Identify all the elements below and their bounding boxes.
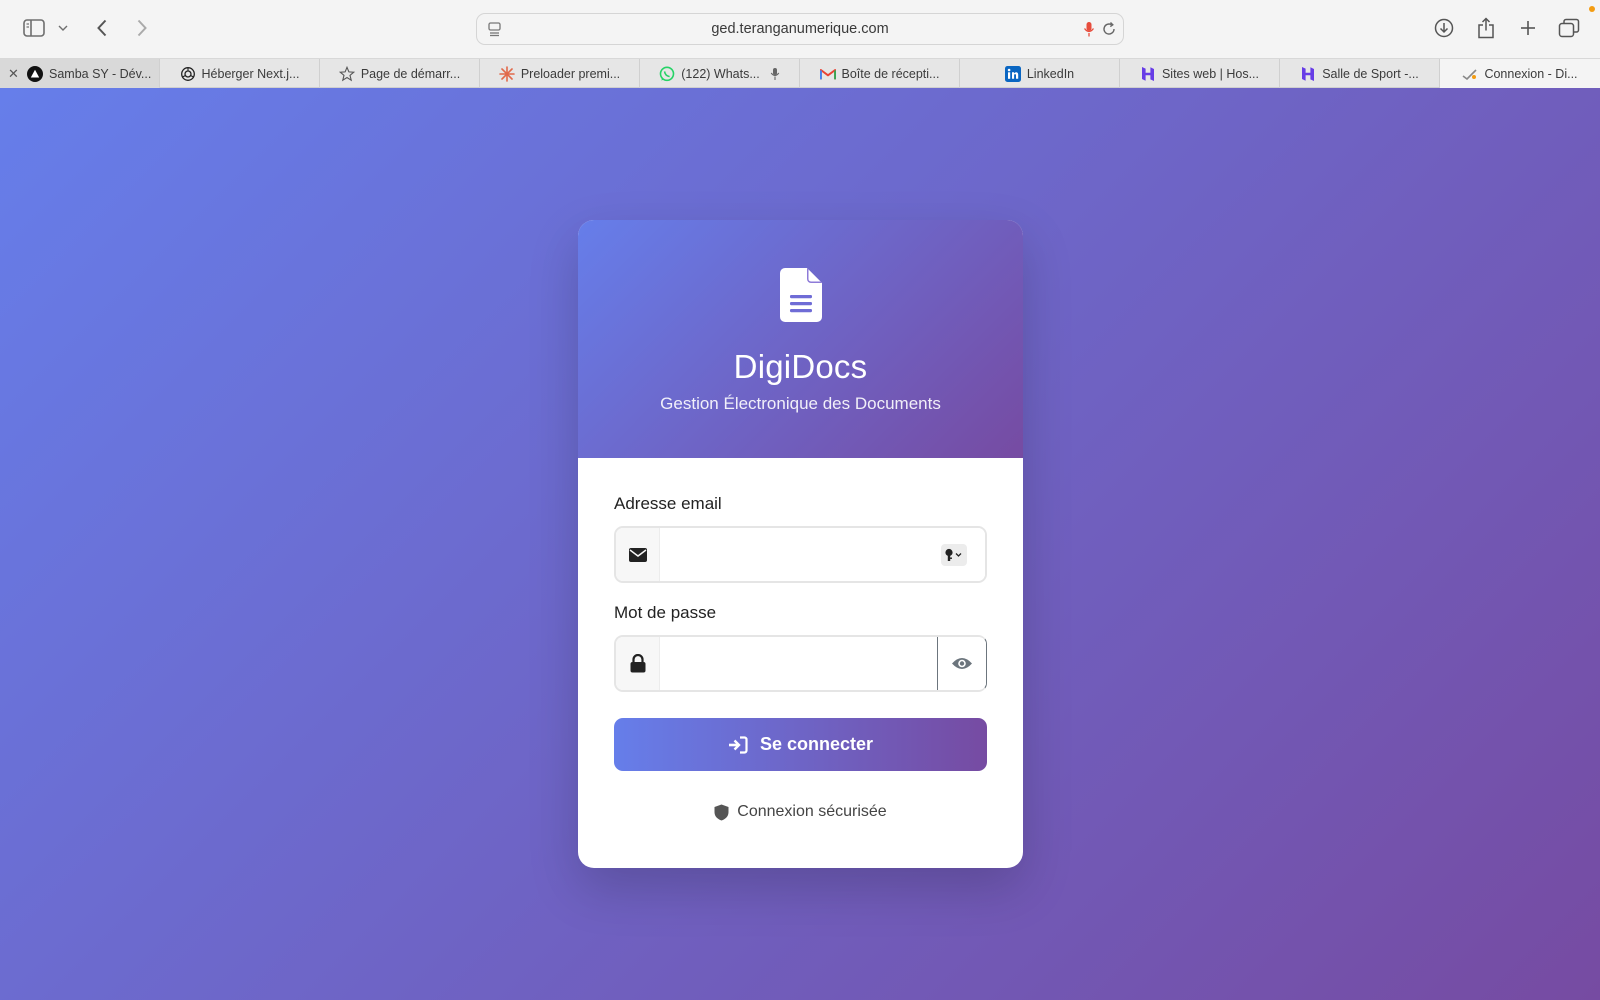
tab-gmail[interactable]: Boîte de récepti... — [800, 59, 960, 88]
sidebar-toggle-button[interactable] — [20, 16, 48, 40]
tab-samba[interactable]: ✕ Samba SY - Dév... — [0, 59, 160, 88]
login-submit-label: Se connecter — [759, 734, 874, 754]
login-card-header: DigiDocs Gestion Électronique des Docume… — [578, 220, 1023, 458]
login-card: DigiDocs Gestion Électronique des Docume… — [578, 220, 1023, 868]
tab-heberger[interactable]: Héberger Next.j... — [160, 59, 320, 88]
tab-label: Sites web | Hos... — [1161, 66, 1260, 81]
hostinger-icon — [1300, 66, 1316, 82]
gmail-icon — [819, 66, 836, 82]
page-settings-icon[interactable] — [487, 21, 503, 42]
star-icon — [338, 65, 355, 82]
tab-label: Connexion - Di... — [1484, 66, 1578, 81]
forward-button[interactable] — [130, 16, 154, 40]
page-background: DigiDocs Gestion Électronique des Docume… — [0, 88, 1600, 1000]
password-manager-key-icon[interactable] — [941, 544, 967, 566]
login-form: Adresse email Mot de passe Se connecter … — [578, 458, 1023, 821]
notification-dot — [1589, 6, 1595, 12]
tab-label: LinkedIn — [1026, 66, 1075, 81]
share-button[interactable] — [1474, 15, 1498, 41]
sidebar-icon — [23, 19, 45, 37]
tab-label: Page de démarr... — [360, 66, 461, 81]
digidocs-icon — [1462, 66, 1478, 82]
shield-icon — [714, 804, 729, 820]
secure-connection-label: Connexion sécurisée — [737, 803, 887, 820]
spark-icon — [499, 65, 515, 82]
tab-connexion-digidocs[interactable]: Connexion - Di... — [1440, 59, 1600, 88]
tab-label: Preloader premi... — [520, 66, 621, 81]
password-label: Mot de passe — [614, 603, 717, 622]
email-field[interactable] — [660, 528, 985, 581]
document-icon — [779, 268, 822, 322]
password-input-group — [614, 635, 987, 692]
tab-label: (122) Whats... — [681, 66, 760, 81]
download-icon — [1434, 18, 1454, 38]
triangle-logo-icon — [27, 65, 43, 82]
share-icon — [1478, 17, 1494, 39]
hostinger-icon — [1140, 66, 1156, 82]
chevron-down-icon — [58, 25, 68, 31]
tab-hostinger-sport[interactable]: Salle de Sport -... — [1280, 59, 1440, 88]
tab-label: Salle de Sport -... — [1322, 66, 1419, 81]
brand-title: DigiDocs — [733, 348, 868, 385]
email-input-group — [614, 526, 987, 583]
tab-label: Boîte de récepti... — [841, 66, 940, 81]
lock-icon — [616, 637, 660, 690]
tab-label: Samba SY - Dév... — [49, 66, 152, 81]
address-bar[interactable]: ged.teranganumerique.com — [476, 13, 1124, 45]
tab-preloader[interactable]: Preloader premi... — [480, 59, 640, 88]
browser-toolbar: ged.teranganumerique.com — [0, 0, 1600, 58]
tab-whatsapp[interactable]: (122) Whats... — [640, 59, 800, 88]
sidebar-menu-chevron[interactable] — [56, 20, 70, 36]
tab-linkedin[interactable]: LinkedIn — [960, 59, 1120, 88]
tab-overview-button[interactable] — [1556, 16, 1582, 40]
email-label: Adresse email — [614, 494, 722, 513]
url-text: ged.teranganumerique.com — [711, 21, 889, 37]
close-tab-icon[interactable]: ✕ — [8, 66, 19, 82]
microphone-icon[interactable] — [1083, 21, 1095, 43]
microphone-icon — [770, 67, 780, 81]
secure-connection-note: Connexion sécurisée — [614, 803, 987, 821]
eye-icon — [952, 658, 972, 669]
toggle-password-visibility-button[interactable] — [937, 637, 986, 690]
envelope-icon — [616, 528, 660, 581]
plus-icon — [1521, 21, 1535, 35]
linkedin-icon — [1004, 65, 1021, 82]
sign-in-icon — [728, 735, 748, 754]
whatsapp-icon — [659, 66, 675, 82]
new-tab-button[interactable] — [1516, 16, 1540, 40]
tab-hostinger-sites[interactable]: Sites web | Hos... — [1120, 59, 1280, 88]
downloads-button[interactable] — [1432, 16, 1456, 40]
tab-label: Héberger Next.j... — [201, 66, 300, 81]
brand-tagline: Gestion Électronique des Documents — [660, 394, 941, 413]
openai-icon — [180, 66, 196, 82]
reload-icon[interactable] — [1101, 21, 1117, 42]
chevron-left-icon — [97, 19, 107, 37]
password-field[interactable] — [660, 637, 937, 690]
back-button[interactable] — [90, 16, 114, 40]
chevron-right-icon — [137, 19, 147, 37]
tab-bar: ✕ Samba SY - Dév... Héberger Next.j... P… — [0, 58, 1600, 88]
tab-overview-icon — [1558, 18, 1580, 38]
login-submit-button[interactable]: Se connecter — [614, 718, 987, 771]
tab-start-page[interactable]: Page de démarr... — [320, 59, 480, 88]
